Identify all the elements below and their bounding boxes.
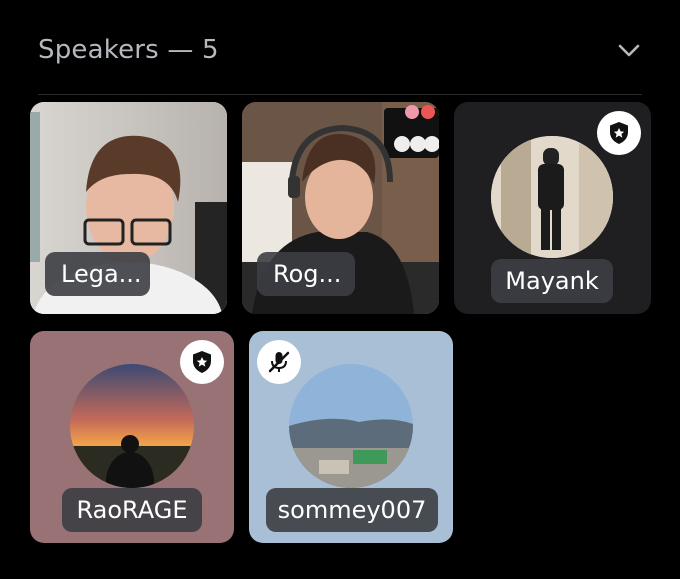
speaker-tile-avatar[interactable]: RaoRAGE: [30, 331, 234, 543]
speaker-tile-avatar[interactable]: Mayank: [454, 102, 651, 314]
moderator-shield-icon: [180, 340, 224, 384]
speaker-tile-video[interactable]: Lega...: [30, 102, 227, 314]
speaker-name-label: RaoRAGE: [62, 488, 202, 532]
speaker-tile-video[interactable]: Rog...: [242, 102, 439, 314]
speaker-tile-avatar[interactable]: sommey007: [249, 331, 453, 543]
speaker-avatar: [289, 364, 413, 488]
speaker-name-label: Lega...: [45, 252, 150, 296]
header-divider: [38, 94, 642, 95]
speaker-name-label: Mayank: [491, 259, 613, 303]
moderator-shield-icon: [597, 111, 641, 155]
speaker-name-label: sommey007: [266, 488, 438, 532]
speakers-header[interactable]: Speakers — 5: [38, 30, 642, 70]
muted-mic-icon: [257, 340, 301, 384]
speaker-name-label: Rog...: [257, 252, 355, 296]
speakers-section-title: Speakers — 5: [38, 35, 219, 65]
speaker-avatar: [491, 136, 613, 258]
speaker-avatar: [70, 364, 194, 488]
chevron-down-icon[interactable]: [616, 37, 642, 63]
